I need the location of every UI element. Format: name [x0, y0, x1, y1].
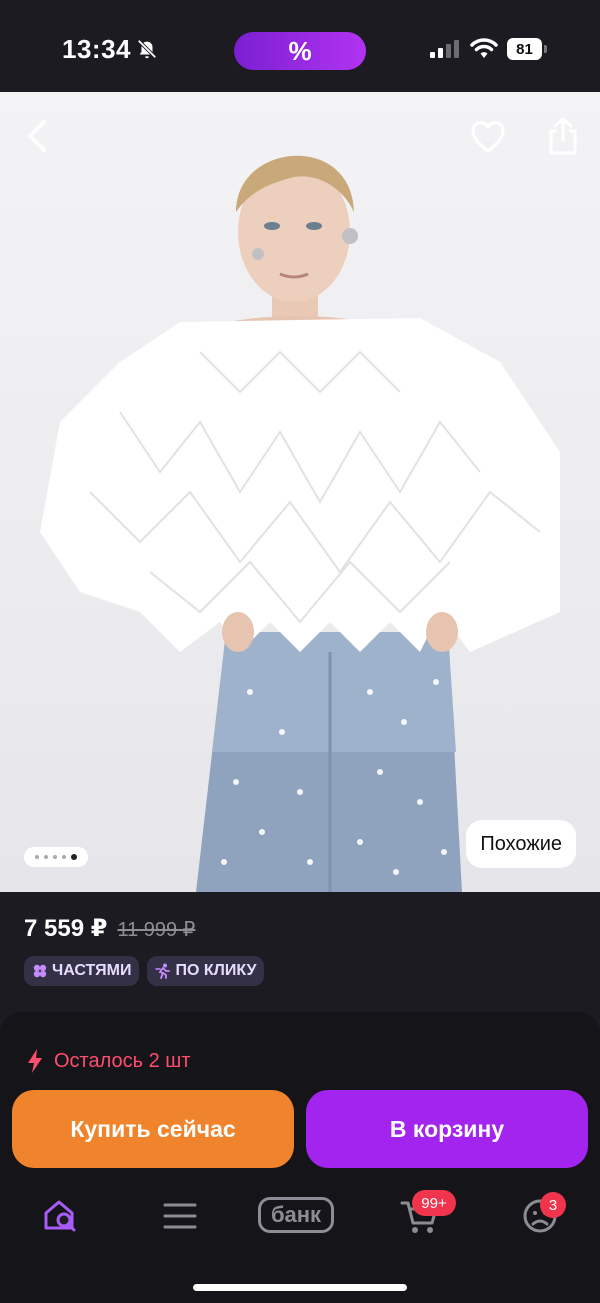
action-sheet: Осталось 2 шт Купить сейчас В корзину	[0, 1012, 600, 1303]
price-card: 7 559 ₽ 11 999 ₽ ЧАСТЯМИ ПО КЛИКУ	[0, 892, 600, 1004]
parts-icon	[33, 964, 47, 978]
badge-one-click[interactable]: ПО КЛИКУ	[147, 956, 265, 986]
buy-now-label: Купить сейчас	[70, 1115, 236, 1142]
product-image[interactable]: Похожие	[0, 92, 600, 892]
heart-icon[interactable]	[470, 120, 506, 154]
nav-bank[interactable]: банк	[258, 1194, 340, 1238]
badge-label: ЧАСТЯМИ	[52, 962, 132, 979]
stock-text: Осталось 2 шт	[54, 1049, 191, 1072]
bell-off-icon	[137, 39, 157, 59]
stock-info: Осталось 2 шт	[26, 1048, 191, 1074]
battery-tip	[544, 45, 547, 53]
gallery-dot-active	[71, 854, 77, 860]
status-bar: 13:34 % 81	[0, 0, 600, 92]
price-old: 11 999 ₽	[117, 919, 196, 941]
share-icon[interactable]	[546, 116, 580, 156]
battery-level: 81	[507, 38, 542, 60]
bank-icon: банк	[258, 1197, 334, 1233]
runner-icon	[155, 963, 171, 979]
gallery-dot	[53, 855, 57, 859]
payment-badges: ЧАСТЯМИ ПО КЛИКУ	[24, 956, 265, 986]
badge-installments[interactable]: ЧАСТЯМИ	[24, 956, 140, 986]
price-current: 7 559 ₽	[24, 915, 108, 942]
gallery-dot	[62, 855, 66, 859]
cart-count-badge: 99+	[412, 1190, 456, 1216]
home-indicator	[193, 1284, 407, 1291]
lightning-icon	[28, 1049, 42, 1073]
gallery-dot	[35, 855, 39, 859]
add-to-cart-button[interactable]: В корзину	[306, 1090, 588, 1168]
promo-pill[interactable]: %	[234, 32, 366, 70]
nav-catalog[interactable]	[160, 1194, 200, 1238]
bank-label: банк	[270, 1202, 322, 1227]
similar-label: Похожие	[480, 832, 562, 855]
profile-notification-badge: 3	[540, 1192, 566, 1218]
gallery-indicator	[24, 847, 88, 867]
back-icon[interactable]	[22, 118, 54, 154]
badge-label: ПО КЛИКУ	[175, 962, 257, 979]
similar-button[interactable]: Похожие	[466, 820, 576, 868]
buy-now-button[interactable]: Купить сейчас	[12, 1090, 294, 1168]
add-to-cart-label: В корзину	[389, 1115, 505, 1142]
price-row: 7 559 ₽ 11 999 ₽	[24, 914, 195, 943]
battery-icon: 81	[507, 38, 547, 60]
wifi-icon	[470, 38, 498, 58]
nav-home[interactable]	[40, 1194, 80, 1238]
home-search-icon	[44, 1200, 76, 1232]
catalog-icon	[163, 1203, 197, 1229]
status-time: 13:34	[62, 34, 131, 64]
bottom-nav: банк 99+ 3	[0, 1178, 600, 1258]
promo-label: %	[288, 35, 312, 66]
gallery-dot	[44, 855, 48, 859]
product-photo	[40, 155, 560, 892]
signal-icon	[430, 40, 459, 58]
